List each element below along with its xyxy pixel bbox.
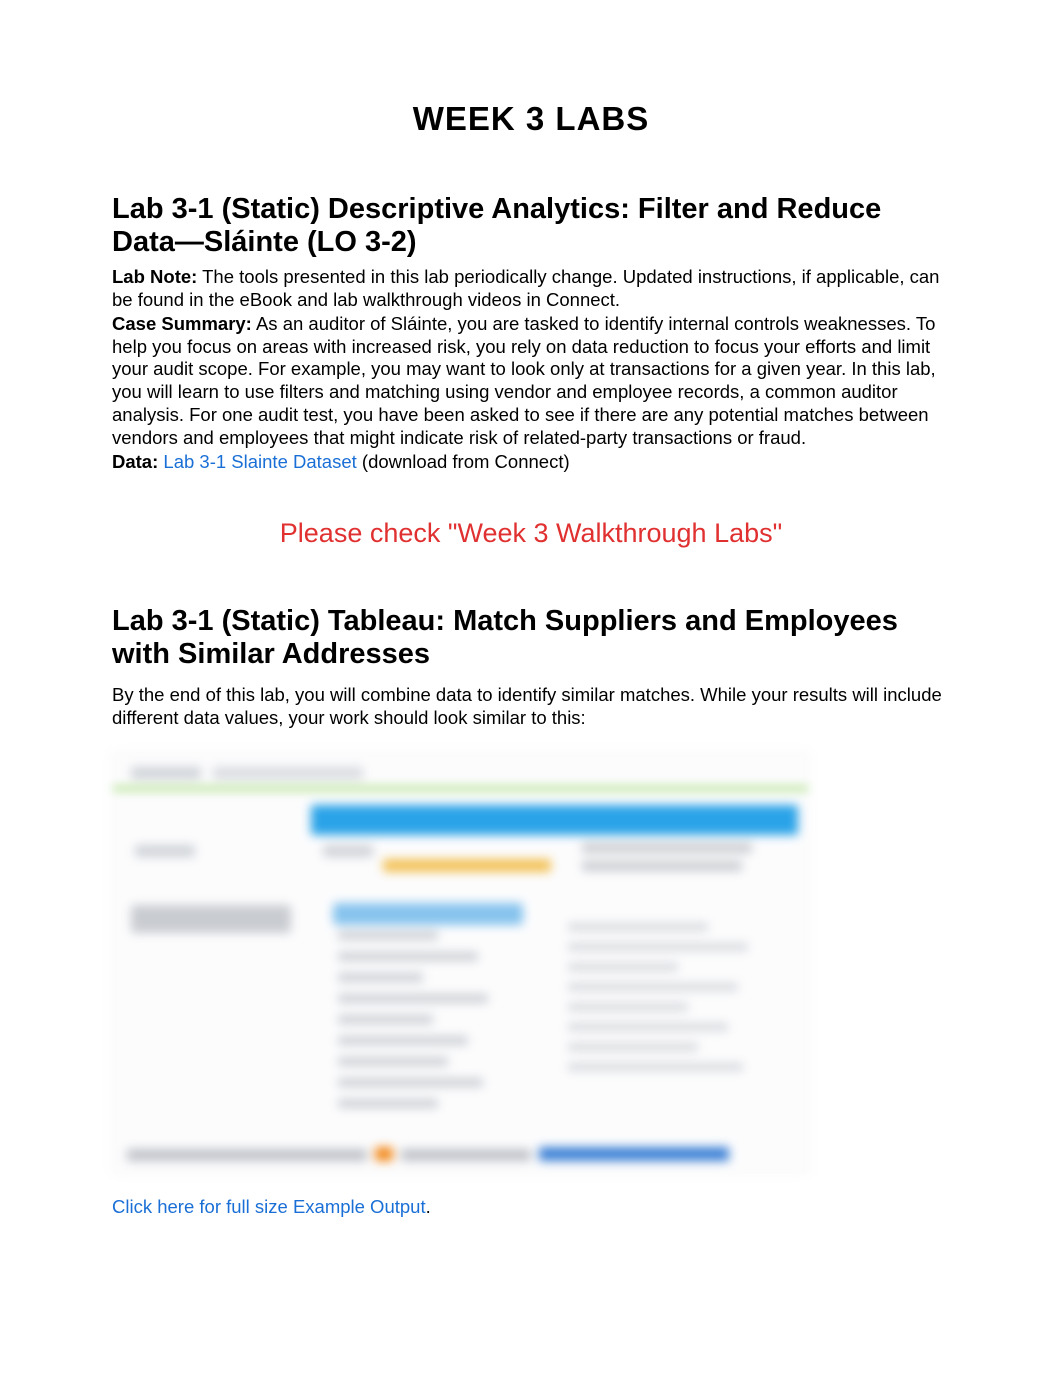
line-placeholder (582, 861, 742, 871)
data-after-text: (download from Connect) (357, 451, 570, 472)
line-placeholder (338, 994, 488, 1003)
line-placeholder (338, 952, 478, 961)
line-placeholder (568, 943, 748, 951)
line-placeholder (338, 1036, 468, 1045)
lab-note-paragraph: Lab Note: The tools presented in this la… (112, 266, 950, 312)
bottom-blue (539, 1147, 729, 1161)
mid-label (323, 845, 373, 857)
lab-note-text: The tools presented in this lab periodic… (112, 266, 939, 310)
left-block (131, 905, 291, 933)
example-output-image (112, 752, 809, 1174)
tab-row (131, 767, 790, 787)
bottom-orange (375, 1147, 393, 1161)
line-placeholder (568, 983, 738, 991)
line-placeholder (338, 1015, 433, 1024)
yellow-pill (383, 859, 551, 872)
tab-placeholder (131, 767, 201, 779)
active-tab-underline (113, 787, 808, 790)
tab-placeholder (213, 767, 363, 779)
line-placeholder (338, 1099, 438, 1108)
line-placeholder (582, 843, 752, 853)
example-output-link[interactable]: Click here for full size Example Output (112, 1196, 426, 1217)
line-placeholder (338, 1057, 448, 1066)
example-output-figure (112, 752, 950, 1174)
mid-lines (338, 931, 528, 1108)
example-output-caption: Click here for full size Example Output. (112, 1196, 950, 1218)
line-placeholder (338, 1078, 483, 1087)
header-bar (311, 805, 798, 835)
bottom-placeholder (401, 1149, 531, 1161)
line-placeholder (568, 1003, 688, 1011)
line-placeholder (568, 1043, 698, 1051)
data-label: Data: (112, 451, 158, 472)
blue-pill (333, 903, 523, 925)
bottom-row (127, 1131, 794, 1161)
right-lines (568, 923, 778, 1071)
data-paragraph: Data: Lab 3-1 Slainte Dataset (download … (112, 451, 950, 474)
line-placeholder (338, 973, 423, 982)
page-title: WEEK 3 LABS (112, 100, 950, 138)
bottom-placeholder (127, 1149, 367, 1161)
line-placeholder (568, 1063, 743, 1071)
line-placeholder (568, 923, 708, 931)
right-top-block (582, 843, 772, 871)
left-label (135, 845, 195, 857)
caption-period: . (426, 1196, 431, 1217)
walkthrough-notice: Please check "Week 3 Walkthrough Labs" (112, 518, 950, 549)
dataset-link[interactable]: Lab 3-1 Slainte Dataset (158, 451, 357, 472)
lab-note-label: Lab Note: (112, 266, 197, 287)
lab-3-1-tableau-heading: Lab 3-1 (Static) Tableau: Match Supplier… (112, 605, 950, 672)
line-placeholder (568, 963, 678, 971)
case-summary-label: Case Summary: (112, 313, 252, 334)
line-placeholder (338, 931, 438, 940)
line-placeholder (568, 1023, 728, 1031)
case-summary-paragraph: Case Summary: As an auditor of Sláinte, … (112, 313, 950, 451)
lab-3-1-heading: Lab 3-1 (Static) Descriptive Analytics: … (112, 193, 950, 260)
tableau-intro-text: By the end of this lab, you will combine… (112, 684, 950, 730)
